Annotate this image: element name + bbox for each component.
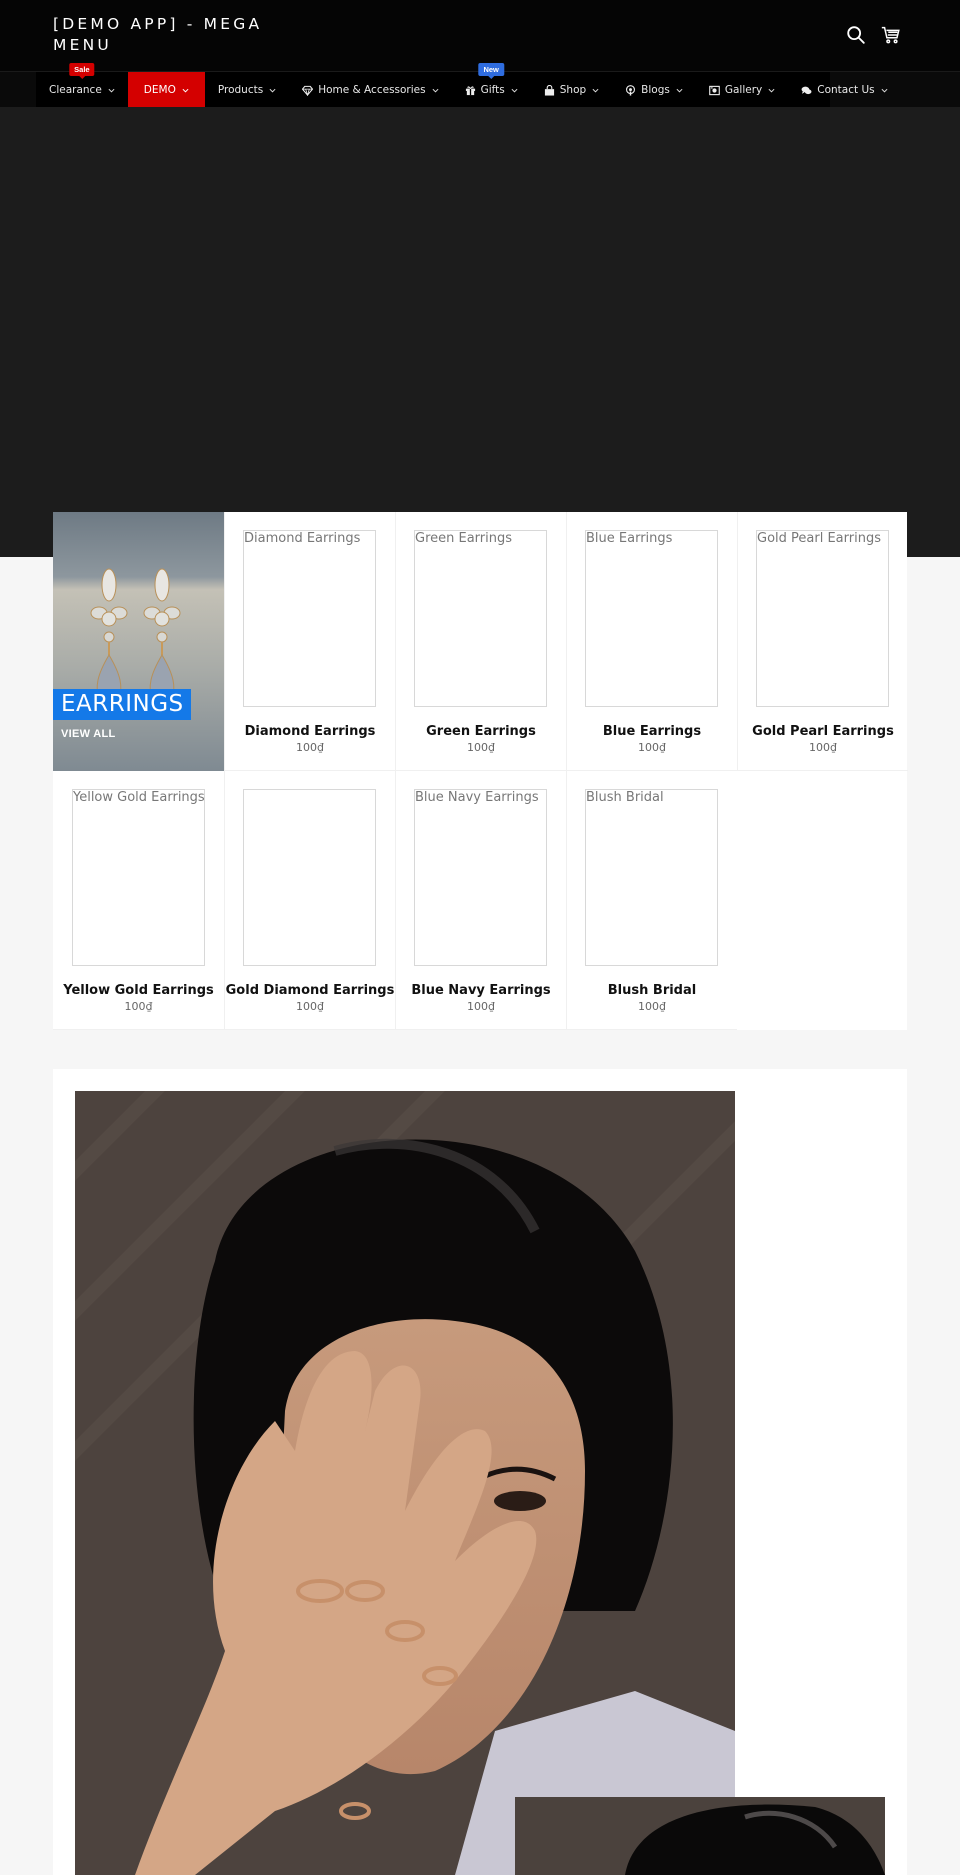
nav-item-blogs[interactable]: Blogs <box>612 72 696 108</box>
nav-item-clearance[interactable]: Sale Clearance <box>36 63 128 108</box>
product-card[interactable]: Blush Bridal Blush Bridal 100₫ <box>566 771 737 1030</box>
image-alt-text: Blue Navy Earrings <box>415 790 539 805</box>
nav-item-label: Clearance <box>49 84 102 96</box>
image-section <box>53 1069 907 1875</box>
mega-menu: Sale Clearance DEMO Products Home & Acce… <box>36 63 888 108</box>
product-card[interactable]: Yellow Gold Earrings Yellow Gold Earring… <box>53 771 224 1030</box>
image-alt-text: Diamond Earrings <box>244 531 361 546</box>
model-photo[interactable] <box>75 1091 735 1875</box>
product-price: 100₫ <box>809 741 837 754</box>
chevron-down-icon <box>182 88 189 93</box>
product-price: 100₫ <box>467 1000 495 1013</box>
mega-menu-bar: Sale Clearance DEMO Products Home & Acce… <box>0 63 960 108</box>
nav-item-label: Contact Us <box>817 84 875 96</box>
product-price: 100₫ <box>638 1000 666 1013</box>
site-header: [DEMO APP] - MEGA MENU <box>0 0 960 71</box>
product-card[interactable]: Green Earrings Green Earrings 100₫ <box>395 512 566 771</box>
nav-item-contact-us[interactable]: Contact Us <box>788 72 900 108</box>
cart-icon[interactable] <box>880 24 902 46</box>
product-name[interactable]: Green Earrings <box>396 724 566 739</box>
product-card[interactable]: Blue Earrings Blue Earrings 100₫ <box>566 512 737 771</box>
image-icon <box>709 85 720 96</box>
site-logo[interactable]: [DEMO APP] - MEGA MENU <box>53 14 283 56</box>
product-card[interactable]: Blue Navy Earrings Blue Navy Earrings 10… <box>395 771 566 1030</box>
product-price: 100₫ <box>296 741 324 754</box>
model-photo-secondary[interactable] <box>515 1797 885 1875</box>
new-badge: New <box>478 63 504 79</box>
product-name[interactable]: Gold Diamond Earrings <box>225 983 395 998</box>
collection-title: EARRINGS <box>53 689 191 720</box>
product-name[interactable]: Diamond Earrings <box>225 724 395 739</box>
sale-badge: Sale <box>69 63 95 79</box>
nav-item-label: Home & Accessories <box>318 84 426 96</box>
diamond-icon <box>301 85 314 96</box>
nav-item-gallery[interactable]: Gallery <box>696 72 788 108</box>
product-card[interactable]: Diamond Earrings Diamond Earrings 100₫ <box>224 512 395 771</box>
product-image-placeholder[interactable]: Diamond Earrings <box>243 530 376 707</box>
collection-feature-earrings[interactable]: EARRINGS VIEW ALL <box>53 512 224 771</box>
product-image-placeholder[interactable]: Yellow Gold Earrings <box>72 789 205 966</box>
nav-item-gifts[interactable]: New Gifts <box>452 63 531 108</box>
product-name[interactable]: Blush Bridal <box>567 983 737 998</box>
nav-item-label: Blogs <box>641 84 670 96</box>
chevron-down-icon <box>432 88 439 93</box>
product-name[interactable]: Blue Earrings <box>567 724 737 739</box>
product-card[interactable]: Gold Diamond Earrings 100₫ <box>224 771 395 1030</box>
nav-item-label: Products <box>217 84 264 96</box>
product-image-placeholder[interactable] <box>243 789 376 966</box>
product-card[interactable]: Gold Pearl Earrings Gold Pearl Earrings … <box>737 512 908 771</box>
hero-banner <box>0 107 960 557</box>
product-image-placeholder[interactable]: Green Earrings <box>414 530 547 707</box>
product-name[interactable]: Yellow Gold Earrings <box>53 983 224 998</box>
image-alt-text: Green Earrings <box>415 531 513 546</box>
product-image-placeholder[interactable]: Blue Earrings <box>585 530 718 707</box>
product-price: 100₫ <box>638 741 666 754</box>
nav-item-label: Shop <box>559 84 587 96</box>
nav-item-label: Gallery <box>724 84 763 96</box>
nav-item-label: DEMO <box>143 84 176 96</box>
product-image-placeholder[interactable]: Blush Bridal <box>585 789 718 966</box>
nav-item-demo[interactable]: DEMO <box>127 72 205 108</box>
chevron-down-icon <box>768 88 775 93</box>
product-price: 100₫ <box>296 1000 324 1013</box>
collection-grid: EARRINGS VIEW ALL Diamond Earrings Diamo… <box>53 512 908 1030</box>
chevron-down-icon <box>592 88 599 93</box>
nav-item-home-accessories[interactable]: Home & Accessories <box>289 72 451 108</box>
nav-item-label: Gifts <box>480 84 505 96</box>
image-alt-text: Blue Earrings <box>586 531 673 546</box>
image-alt-text: Gold Pearl Earrings <box>757 531 881 546</box>
gift-icon <box>465 85 476 96</box>
chevron-down-icon <box>269 88 276 93</box>
chevron-down-icon <box>676 88 683 93</box>
view-all-link[interactable]: VIEW ALL <box>61 728 116 740</box>
image-alt-text: Blush Bridal <box>586 790 664 805</box>
product-name[interactable]: Blue Navy Earrings <box>396 983 566 998</box>
chevron-down-icon <box>511 88 518 93</box>
product-price: 100₫ <box>124 1000 153 1013</box>
product-image-placeholder[interactable]: Gold Pearl Earrings <box>756 530 889 707</box>
comments-icon <box>801 85 812 96</box>
product-name[interactable]: Gold Pearl Earrings <box>738 724 908 739</box>
shopping-bag-icon <box>544 84 555 96</box>
nav-item-shop[interactable]: Shop <box>531 72 612 108</box>
chevron-down-icon <box>108 88 115 93</box>
nav-item-products[interactable]: Products <box>205 72 289 108</box>
product-image-placeholder[interactable]: Blue Navy Earrings <box>414 789 547 966</box>
search-icon[interactable] <box>845 24 867 46</box>
image-alt-text: Yellow Gold Earrings <box>73 790 205 805</box>
product-price: 100₫ <box>467 741 495 754</box>
podcast-icon <box>625 84 636 96</box>
chevron-down-icon <box>881 88 888 93</box>
